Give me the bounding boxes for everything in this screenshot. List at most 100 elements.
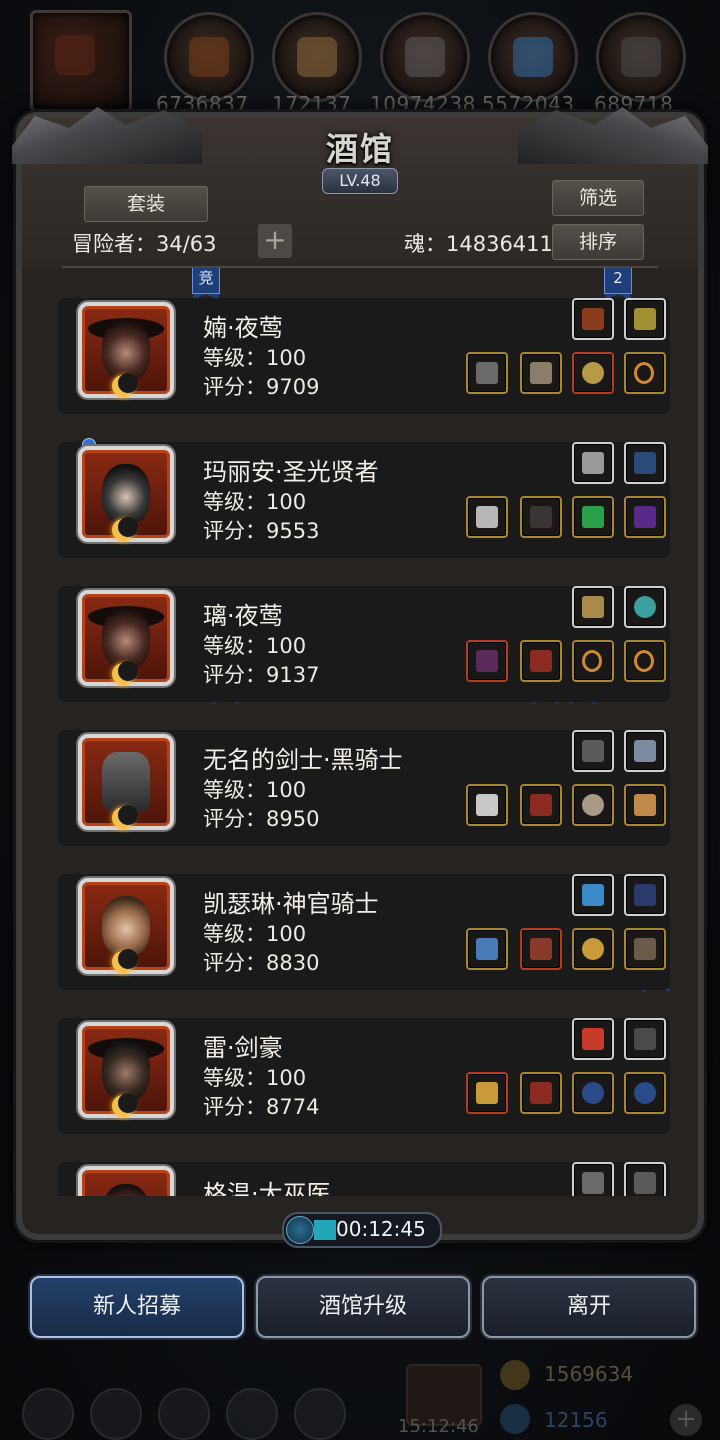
equip-slot[interactable] (624, 640, 666, 682)
equip-slot[interactable] (624, 442, 666, 484)
equip-slot[interactable] (572, 784, 614, 826)
add-gems-icon[interactable]: + (670, 1404, 702, 1436)
hero-card[interactable]: 璃·夜莺 等级：100 评分：9137 (58, 586, 670, 702)
equip-slot[interactable] (466, 496, 508, 538)
equip-slot[interactable] (466, 352, 508, 394)
hero-level: 等级：100 (203, 922, 307, 946)
equip-slot[interactable] (624, 874, 666, 916)
potion-icon (582, 884, 604, 906)
hero-card[interactable]: 凯瑟琳·神官骑士 等级：100 评分：8830 (58, 874, 670, 990)
sort-button[interactable]: 排序 (552, 224, 644, 260)
hero-name: 婻·夜莺 (203, 314, 283, 342)
hero-score: 评分：8830 (203, 951, 320, 975)
feather-icon (582, 452, 604, 474)
amulet-icon (582, 938, 604, 960)
hero-level: 等级：100 (203, 778, 307, 802)
equip-slot[interactable] (572, 586, 614, 628)
wood-icon (297, 37, 337, 77)
equip-slot[interactable] (624, 1162, 666, 1196)
hero-portrait[interactable] (78, 1166, 174, 1196)
lantern-icon (582, 308, 604, 330)
dock-icon-1[interactable] (22, 1388, 74, 1440)
equip-slot[interactable] (624, 298, 666, 340)
armor-icon (530, 362, 552, 384)
stone-icon (621, 37, 661, 77)
clock-icon (286, 1216, 314, 1244)
resource-slot-1[interactable] (164, 12, 254, 102)
team-tag: 2 (604, 268, 632, 300)
equip-slot[interactable] (572, 1018, 614, 1060)
bow-icon (634, 884, 656, 906)
clock-text: 15:12:46 (398, 1416, 479, 1437)
equip-slot[interactable] (624, 1018, 666, 1060)
selected-resource-slot[interactable] (30, 10, 132, 112)
equip-slot[interactable] (624, 730, 666, 772)
hero-card[interactable]: 婻·夜莺 等级：100 评分：9709 (58, 298, 670, 414)
add-capacity-button[interactable]: + (258, 224, 292, 258)
hero-name: 凯瑟琳·神官骑士 (203, 890, 379, 918)
gem-icon (500, 1404, 530, 1434)
dock-icon-4[interactable] (226, 1388, 278, 1440)
moon-icon (112, 949, 138, 973)
equip-slot[interactable] (624, 586, 666, 628)
resource-slot-4[interactable] (488, 12, 578, 102)
resource-slot-3[interactable] (380, 12, 470, 102)
gold-coin-icon (500, 1360, 530, 1390)
tavern-level-badge: LV.48 (322, 168, 398, 194)
bell-icon (582, 596, 604, 618)
equip-slot[interactable] (572, 1072, 614, 1114)
recruit-button[interactable]: 新人招募 (30, 1276, 244, 1338)
equip-slot[interactable] (624, 928, 666, 970)
hero-list[interactable]: 竞 2 婻·夜莺 等级：100 评分：9709 玛丽安·圣光贤者 等级：100 … (58, 268, 670, 1196)
dock-icon-5[interactable] (294, 1388, 346, 1440)
equip-slot[interactable] (520, 640, 562, 682)
equip-slot[interactable] (572, 496, 614, 538)
hammer-icon (476, 506, 498, 528)
page-title: 酒馆 (325, 130, 394, 168)
gem-icon (634, 596, 656, 618)
equip-slot[interactable] (466, 1072, 508, 1114)
dock-icon-3[interactable] (158, 1388, 210, 1440)
equip-slot[interactable] (624, 496, 666, 538)
equip-slot[interactable] (466, 640, 508, 682)
resource-value: 689718 (594, 92, 674, 116)
leave-button[interactable]: 离开 (482, 1276, 696, 1338)
equip-slot[interactable] (624, 352, 666, 394)
equip-slot[interactable] (572, 928, 614, 970)
resource-slot-2[interactable] (272, 12, 362, 102)
resource-bar: 6736837 172137 10974238 5572043 689718 (0, 0, 720, 130)
timer-text: 00:12:45 (336, 1217, 426, 1241)
resource-slot-5[interactable] (596, 12, 686, 102)
hero-card[interactable]: 格温·大巫医 (58, 1162, 670, 1196)
upgrade-tavern-button[interactable]: 酒馆升级 (256, 1276, 470, 1338)
skull-icon (582, 794, 604, 816)
gem-amount: 12156 (544, 1408, 608, 1432)
equip-slot[interactable] (520, 352, 562, 394)
equip-slot[interactable] (572, 730, 614, 772)
equip-slot[interactable] (520, 784, 562, 826)
equip-slot[interactable] (572, 874, 614, 916)
dock-icon-2[interactable] (90, 1388, 142, 1440)
equip-slot[interactable] (572, 352, 614, 394)
equip-slot[interactable] (624, 784, 666, 826)
equip-slot[interactable] (520, 496, 562, 538)
gun-icon (476, 362, 498, 384)
equip-slot[interactable] (466, 928, 508, 970)
equip-slot[interactable] (572, 298, 614, 340)
hero-card[interactable]: 无名的剑士·黑骑士 等级：100 评分：8950 (58, 730, 670, 846)
equip-slot[interactable] (572, 640, 614, 682)
equip-slot[interactable] (572, 1162, 614, 1196)
equip-slot[interactable] (466, 784, 508, 826)
filter-button[interactable]: 筛选 (552, 180, 644, 216)
hero-score: 评分：9137 (203, 663, 320, 687)
equip-slot[interactable] (572, 442, 614, 484)
hero-level: 等级：100 (203, 634, 307, 658)
equip-slot[interactable] (520, 1072, 562, 1114)
hero-card[interactable]: 玛丽安·圣光贤者 等级：100 评分：9553 (58, 438, 670, 558)
hero-card[interactable]: 雷·剑豪 等级：100 评分：8774 (58, 1018, 670, 1134)
avatar (102, 608, 150, 668)
set-button[interactable]: 套装 (84, 186, 208, 222)
amulet-icon (582, 362, 604, 384)
equip-slot[interactable] (520, 928, 562, 970)
equip-slot[interactable] (624, 1072, 666, 1114)
